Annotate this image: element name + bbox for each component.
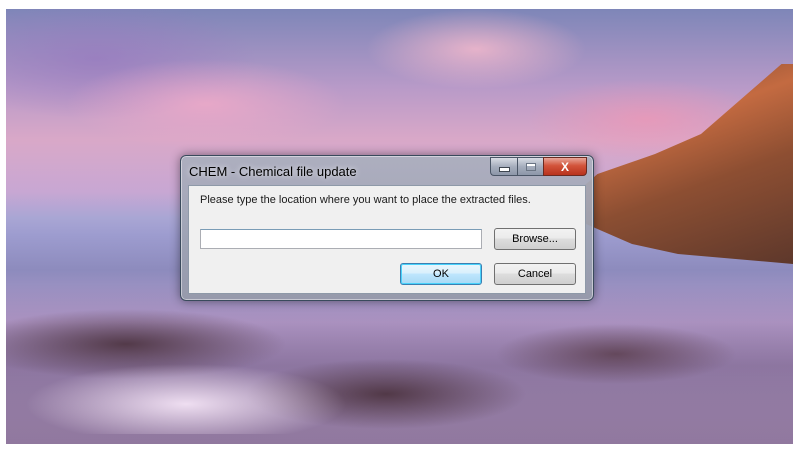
location-input[interactable] [200,229,482,249]
wallpaper-rocks [563,64,793,264]
minimize-icon [498,167,510,172]
ok-button[interactable]: OK [400,263,482,285]
maximize-icon [525,162,536,171]
chem-update-dialog: CHEM - Chemical file update X Please typ… [180,155,594,301]
browse-button[interactable]: Browse... [494,228,576,250]
minimize-button[interactable] [490,157,517,176]
cancel-button[interactable]: Cancel [494,263,576,285]
close-icon: X [560,159,569,174]
wallpaper-surf [26,364,346,434]
location-prompt: Please type the location where you want … [200,194,531,206]
maximize-button[interactable] [517,157,543,176]
dialog-client-area: Please type the location where you want … [188,185,586,294]
caption-buttons: X [490,157,587,176]
close-button[interactable]: X [543,157,587,176]
window-title: CHEM - Chemical file update [189,164,357,179]
